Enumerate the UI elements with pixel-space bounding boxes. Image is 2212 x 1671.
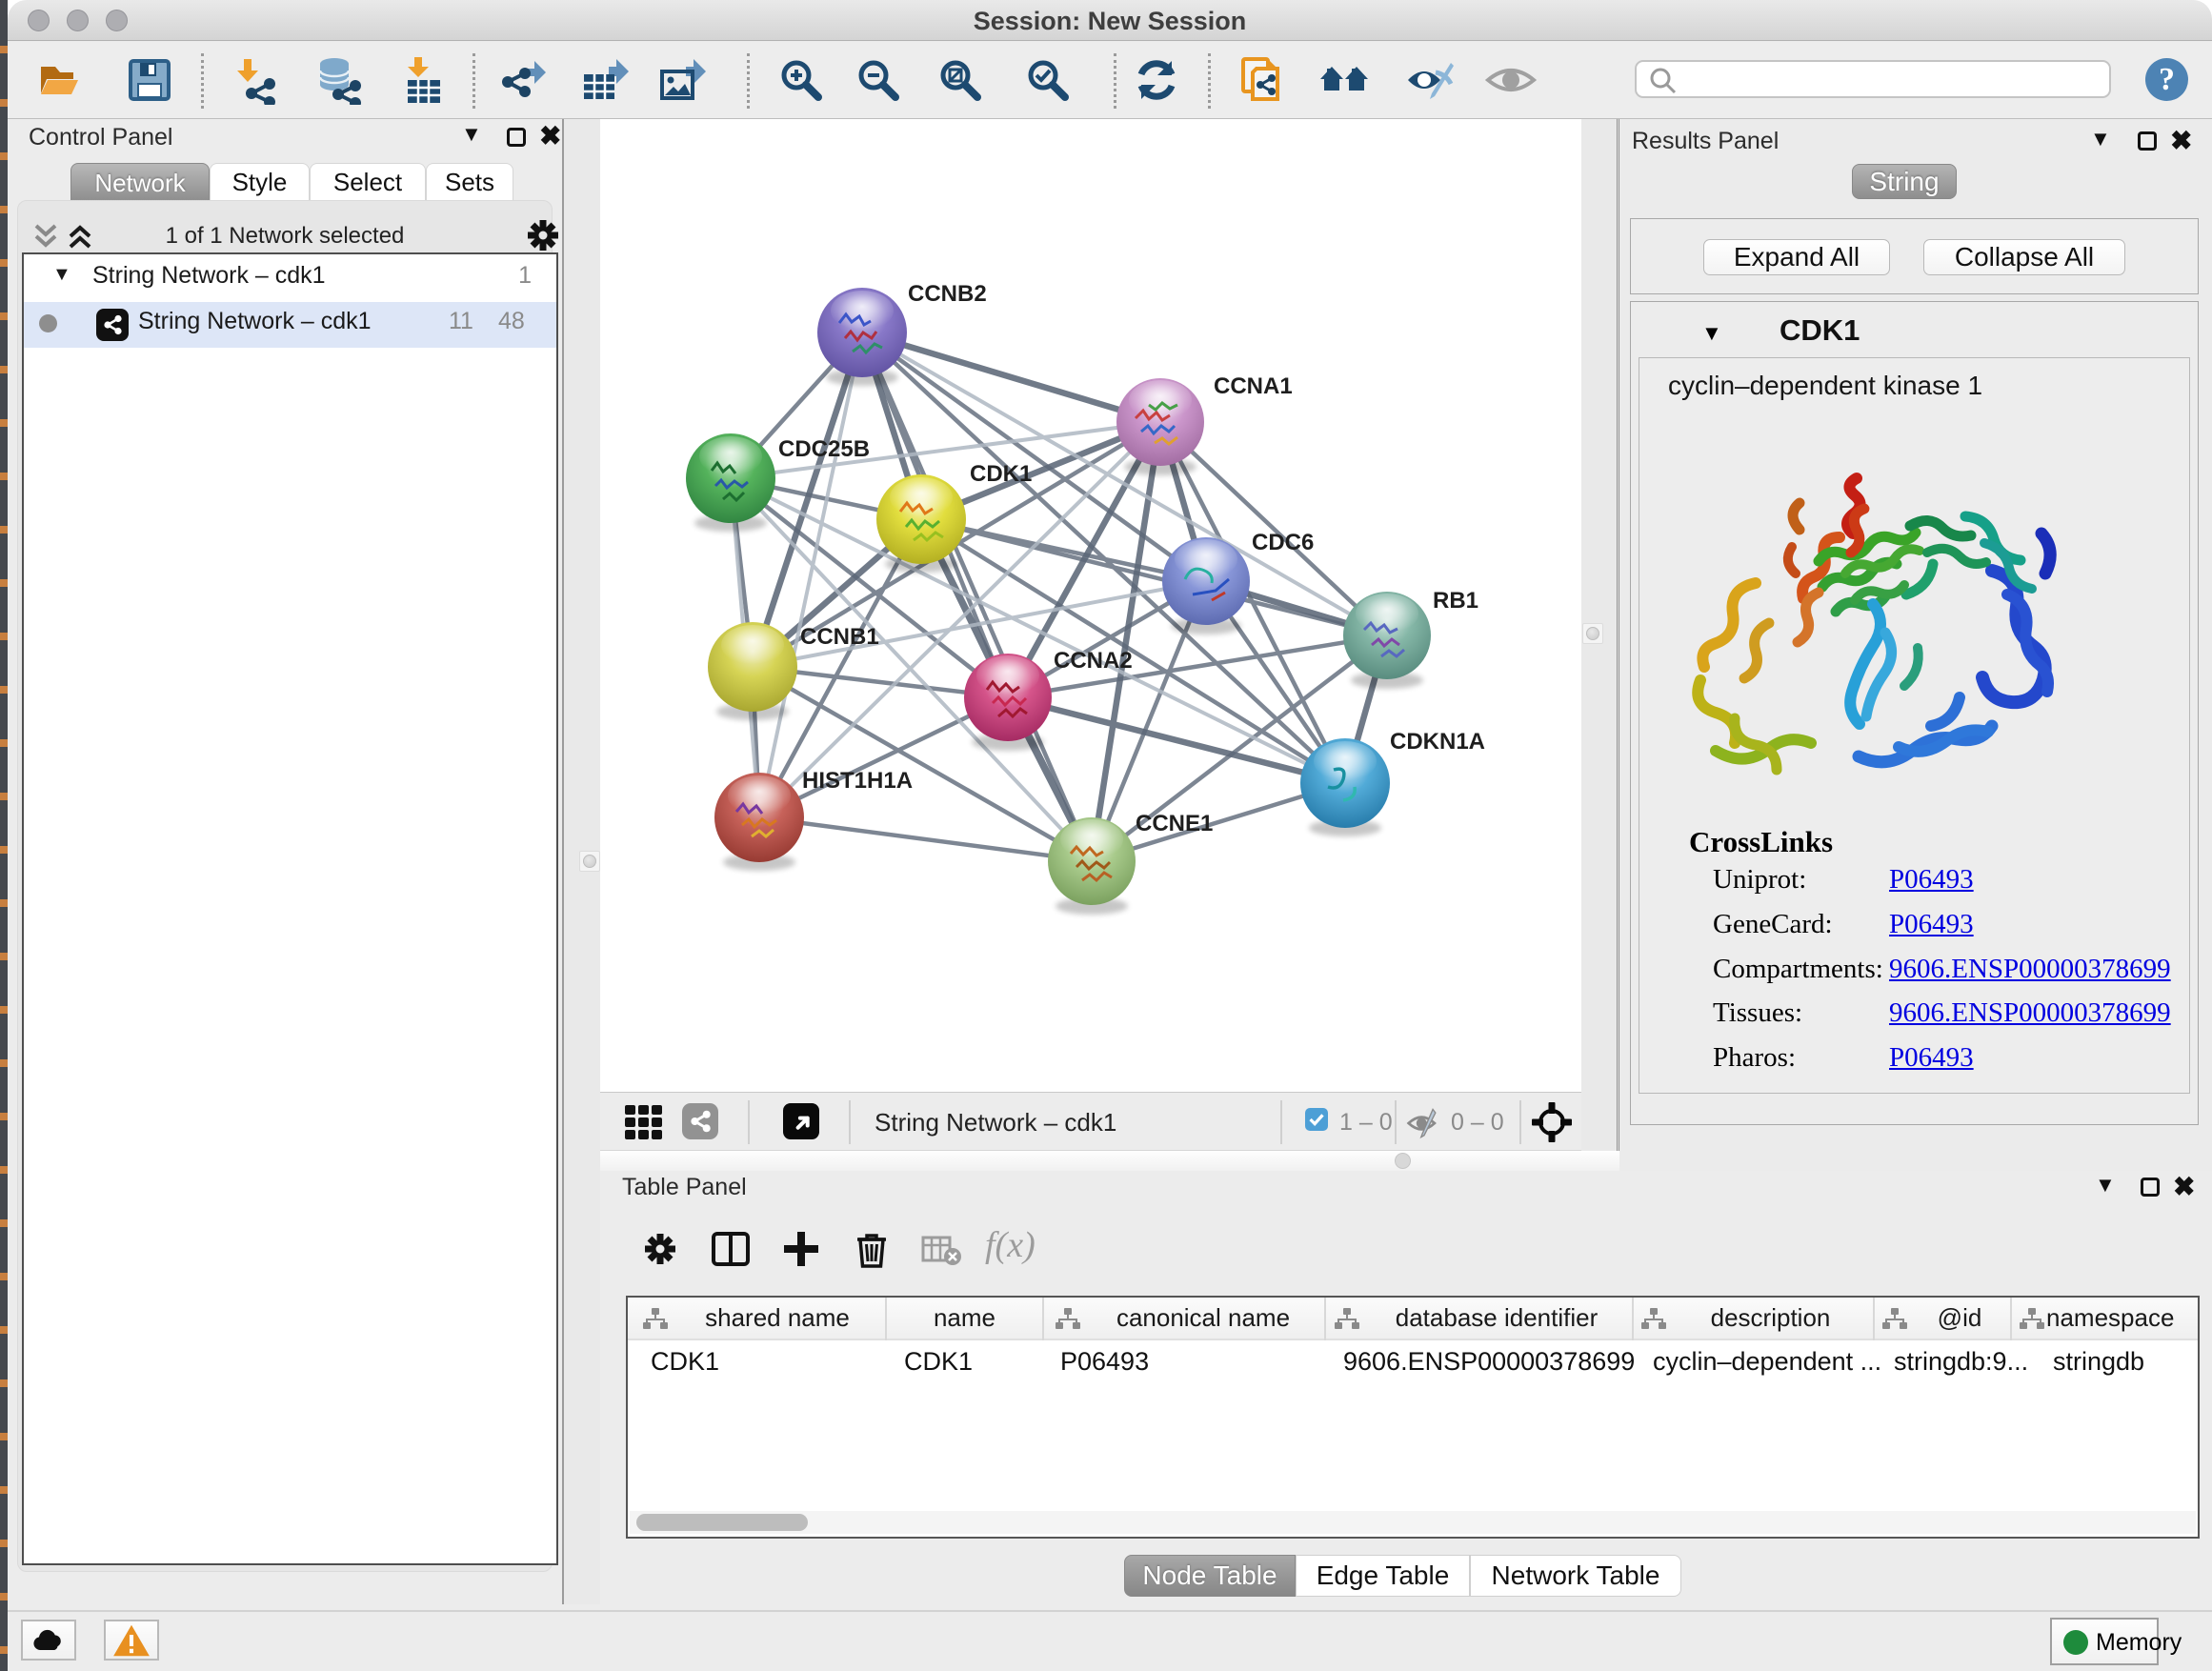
svg-text:CCNA1: CCNA1 bbox=[1214, 373, 1293, 399]
svg-text:CDK1: CDK1 bbox=[970, 461, 1032, 487]
svg-text:HIST1H1A: HIST1H1A bbox=[802, 768, 913, 794]
svg-text:CDKN1A: CDKN1A bbox=[1390, 729, 1485, 755]
svg-text:CCNB2: CCNB2 bbox=[908, 281, 987, 307]
svg-text:CDC6: CDC6 bbox=[1252, 530, 1314, 555]
svg-text:CCNA2: CCNA2 bbox=[1054, 648, 1133, 674]
svg-text:RB1: RB1 bbox=[1433, 588, 1478, 614]
svg-text:CCNE1: CCNE1 bbox=[1136, 811, 1213, 836]
svg-text:CCNB1: CCNB1 bbox=[800, 624, 879, 650]
svg-text:CDC25B: CDC25B bbox=[778, 436, 870, 462]
